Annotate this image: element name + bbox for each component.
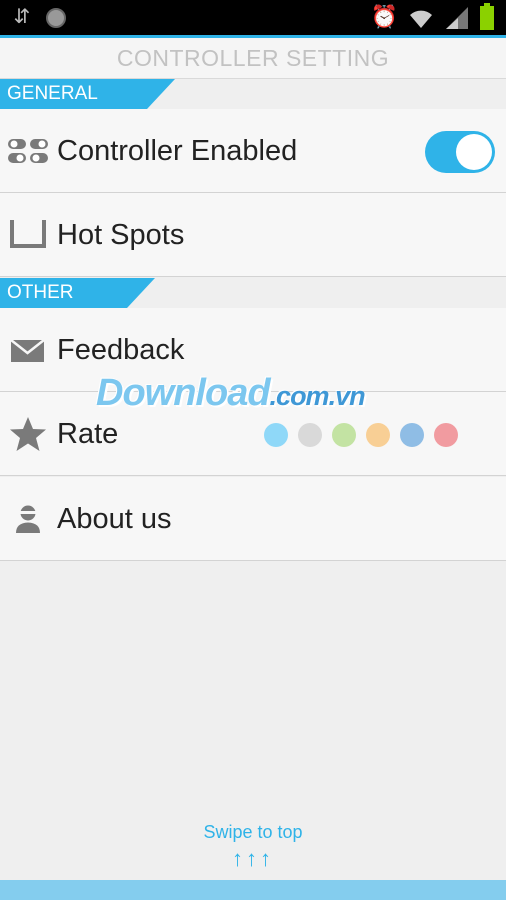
section-label-other: OTHER: [0, 278, 155, 308]
swipe-up-arrows-icon: ↑↑↑: [232, 846, 274, 871]
controller-enabled-toggle[interactable]: [425, 131, 495, 173]
rate-dot[interactable]: [332, 423, 356, 447]
watermark-logo: Download.com.vn: [96, 372, 366, 414]
rate-dot[interactable]: [434, 423, 458, 447]
setting-controller-enabled[interactable]: Controller Enabled: [0, 109, 506, 193]
star-icon: [10, 417, 46, 451]
alarm-icon: ⏰: [370, 4, 398, 29]
setting-hot-spots[interactable]: Hot Spots: [0, 193, 506, 277]
section-label-general: GENERAL: [0, 79, 175, 109]
rate-dot[interactable]: [264, 423, 288, 447]
record-icon: [46, 8, 66, 28]
swipe-to-top-label[interactable]: Swipe to top: [0, 822, 506, 843]
hot-spots-label: Hot Spots: [57, 219, 185, 251]
status-bar: ⇵ ⏰: [0, 0, 506, 35]
section-header-other: OTHER: [0, 278, 506, 308]
usb-icon: ⇵: [13, 6, 31, 28]
about-label: About us: [57, 503, 172, 535]
controller-enabled-label: Controller Enabled: [57, 135, 298, 167]
section-header-general: GENERAL: [0, 79, 506, 109]
hot-spots-icon: [10, 220, 46, 248]
toggle-knob: [456, 134, 492, 170]
rate-dot[interactable]: [298, 423, 322, 447]
page-title: CONTROLLER SETTING: [0, 35, 506, 79]
controller-toggles-icon: [8, 139, 48, 163]
person-icon: [16, 505, 40, 533]
rate-dot[interactable]: [400, 423, 424, 447]
signal-icon: [446, 7, 468, 29]
rate-dot[interactable]: [366, 423, 390, 447]
bottom-bar: [0, 880, 506, 900]
battery-icon: [480, 3, 494, 30]
mail-icon: [10, 339, 45, 362]
wifi-icon: [410, 10, 432, 28]
menu-about[interactable]: About us: [0, 477, 506, 561]
rate-color-dots: [264, 423, 458, 447]
